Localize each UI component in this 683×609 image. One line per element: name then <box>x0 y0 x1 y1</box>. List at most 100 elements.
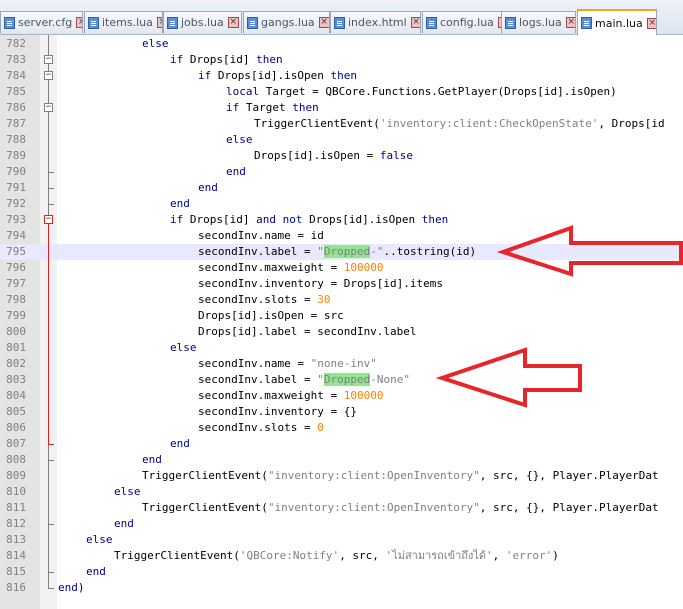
code-token: , src, {}, Player.PlayerDat <box>479 469 659 482</box>
code-line[interactable]: 814 TriggerClientEvent('QBCore:Notify', s… <box>0 548 683 564</box>
code-line[interactable]: 810 else <box>0 484 683 500</box>
close-tab-icon[interactable]: × <box>227 17 239 28</box>
code-line[interactable]: 787 TriggerClientEvent('inventory:client:… <box>0 116 683 132</box>
code-line[interactable]: 794 secondInv.name = id <box>0 228 683 244</box>
line-number: 796 <box>6 261 26 274</box>
line-number: 811 <box>6 501 26 514</box>
code-line[interactable]: 796 secondInv.maxweight = 100000 <box>0 260 683 276</box>
fold-toggle[interactable]: − <box>44 215 53 224</box>
code-token: "none-inv" <box>310 357 377 370</box>
code-token: false <box>379 149 413 162</box>
code-line[interactable]: 807 end <box>0 436 683 452</box>
code-line[interactable]: 788 else <box>0 132 683 148</box>
code-line[interactable]: 813 else <box>0 532 683 548</box>
close-tab-icon[interactable]: × <box>646 17 656 29</box>
close-tab-icon[interactable]: × <box>410 17 420 28</box>
code-text: if Drops[id] and not Drops[id].isOpen th… <box>170 212 448 228</box>
tab-gangs-lua[interactable]: gangs.lua × <box>243 11 330 33</box>
code-token: secondInv.maxweight = <box>198 389 344 402</box>
code-line[interactable]: 812 end <box>0 516 683 532</box>
fold-toggle[interactable]: − <box>44 71 53 80</box>
code-text: TriggerClientEvent('QBCore:Notify', src,… <box>114 548 559 564</box>
fold-end-mark <box>48 588 54 589</box>
code-line[interactable]: 809 TriggerClientEvent("inventory:client:… <box>0 468 683 484</box>
code-token: not <box>282 213 303 226</box>
line-number: 785 <box>6 85 26 98</box>
code-line[interactable]: 797 secondInv.inventory = Drops[id].items <box>0 276 683 292</box>
close-tab-icon[interactable]: × <box>318 17 329 28</box>
tab-label: main.lua <box>595 16 643 30</box>
code-token: -None" <box>370 373 410 386</box>
code-line[interactable]: 805 secondInv.inventory = {} <box>0 404 683 420</box>
code-text: Drops[id].isOpen = false <box>254 148 413 164</box>
code-text: secondInv.maxweight = 100000 <box>198 260 383 276</box>
line-number: 799 <box>6 309 26 322</box>
code-line[interactable]: 803 secondInv.label = "Dropped-None" <box>0 372 683 388</box>
code-line[interactable]: 782 else <box>0 36 683 52</box>
code-line[interactable]: 804 secondInv.maxweight = 100000 <box>0 388 683 404</box>
code-line[interactable]: 800 Drops[id].label = secondInv.label <box>0 324 683 340</box>
code-line[interactable]: 798 secondInv.slots = 30 <box>0 292 683 308</box>
fold-toggle[interactable]: − <box>44 103 53 112</box>
code-token: " <box>317 245 324 258</box>
line-number: 810 <box>6 485 26 498</box>
code-line[interactable]: 801 else <box>0 340 683 356</box>
line-number: 816 <box>6 581 26 594</box>
code-text: TriggerClientEvent("inventory:client:Ope… <box>142 468 659 484</box>
code-line[interactable]: 792 end <box>0 196 683 212</box>
code-line[interactable]: 783 if Drops[id] then <box>0 52 683 68</box>
line-number: 791 <box>6 181 26 194</box>
fold-end-mark <box>48 188 54 189</box>
tab-jobs-lua[interactable]: jobs.lua × <box>163 11 242 33</box>
code-token: Drops[id] <box>183 213 257 226</box>
code-token: secondInv.label = <box>198 373 318 386</box>
fold-toggle[interactable]: − <box>44 55 53 64</box>
code-token: TriggerClientEvent( <box>142 501 268 514</box>
code-token: Target = QBCore.Functions.GetPlayer(Drop… <box>259 85 617 98</box>
code-token: local <box>226 85 260 98</box>
code-line[interactable]: 786 if Target then <box>0 100 683 116</box>
tab-logs-lua[interactable]: logs.lua × <box>501 11 576 33</box>
code-text: else <box>226 132 253 148</box>
code-line[interactable]: 808 end <box>0 452 683 468</box>
code-line[interactable]: 790 end <box>0 164 683 180</box>
close-tab-icon[interactable]: × <box>565 17 575 28</box>
code-token: else <box>170 341 197 354</box>
fold-guide <box>48 112 49 216</box>
fold-end-mark <box>48 204 54 205</box>
tab-label: index.html <box>348 16 407 29</box>
code-line[interactable]: 811 TriggerClientEvent("inventory:client:… <box>0 500 683 516</box>
tab-items-lua[interactable]: items.lua× <box>84 11 163 33</box>
code-line[interactable]: 793 if Drops[id] and not Drops[id].isOpen… <box>0 212 683 228</box>
code-line[interactable]: 806 secondInv.slots = 0 <box>0 420 683 436</box>
code-text: if Target then <box>226 100 319 116</box>
code-line[interactable]: 784 if Drops[id].isOpen then <box>0 68 683 84</box>
tab-server-cfg[interactable]: server.cfg× <box>0 11 83 33</box>
code-token: 30 <box>317 293 331 306</box>
line-number: 782 <box>6 37 26 50</box>
code-line[interactable]: 789 Drops[id].isOpen = false <box>0 148 683 164</box>
code-token: else <box>114 485 141 498</box>
tab-label: items.lua <box>102 16 153 29</box>
tab-config-lua[interactable]: config.lua× <box>422 11 511 33</box>
code-line[interactable]: 795 secondInv.label = "Dropped-"..tostrin… <box>0 244 683 260</box>
code-token: else <box>142 37 169 50</box>
tab-main-lua[interactable]: main.lua × <box>577 9 657 35</box>
code-token: 'inventory:client:CheckOpenState' <box>379 117 599 130</box>
code-text: TriggerClientEvent("inventory:client:Ope… <box>142 500 659 516</box>
code-token: 'ไม่สามารถเข้าถึงได้' <box>385 549 493 562</box>
code-token: 100000 <box>343 261 384 274</box>
code-line[interactable]: 785 local Target = QBCore.Functions.GetPl… <box>0 84 683 100</box>
line-number: 787 <box>6 117 26 130</box>
code-token: "inventory:client:OpenInventory" <box>267 501 480 514</box>
code-line[interactable]: 815 end <box>0 564 683 580</box>
code-line[interactable]: 799 Drops[id].isOpen = src <box>0 308 683 324</box>
code-line[interactable]: 816 end) <box>0 580 683 596</box>
tab-index-html[interactable]: index.html × <box>330 11 421 33</box>
code-editor[interactable]: 782 else 783 if Drops[id] then 784 if Drops[i… <box>0 35 683 609</box>
code-line[interactable]: 802 secondInv.name = "none-inv" <box>0 356 683 372</box>
file-icon <box>334 16 345 29</box>
code-line[interactable]: 791 end <box>0 180 683 196</box>
close-tab-icon[interactable]: × <box>76 17 82 28</box>
code-text: secondInv.label = "Dropped-None" <box>198 372 410 388</box>
